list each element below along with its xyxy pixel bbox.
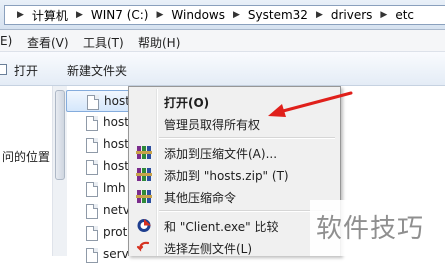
breadcrumb-system32[interactable]: System32 (246, 8, 310, 22)
breadcrumb-drive[interactable]: WIN7 (C:) (89, 8, 151, 22)
breadcrumb-separator[interactable]: ▶ (310, 10, 329, 20)
scrollbar-thumb[interactable] (55, 90, 65, 180)
file-item[interactable]: host (66, 112, 136, 134)
address-bar: ▶ 计算机 ▶ WIN7 (C:) ▶ Windows ▶ System32 ▶… (0, 0, 445, 30)
menu-item-select-left-file[interactable]: 选择左侧文件(L) (131, 236, 338, 258)
file-icon (86, 160, 98, 175)
breadcrumb-separator: ▶ (17, 10, 24, 20)
menu-item-label: 和 "Client.exe" 比较 (164, 220, 279, 234)
breadcrumb[interactable]: ▶ 计算机 ▶ WIN7 (C:) ▶ Windows ▶ System32 ▶… (4, 5, 445, 25)
winrar-books-icon (136, 146, 152, 159)
breadcrumb-separator[interactable]: ▶ (374, 10, 393, 20)
file-name: host (103, 115, 129, 129)
file-list: host host host host lmh netv prot serv (66, 86, 136, 263)
watermark-text: 软件技巧 (316, 214, 425, 244)
menu-item-label: 其他压缩命令 (164, 191, 237, 205)
open-button[interactable]: 打开 (14, 62, 38, 79)
menu-tools[interactable]: 工具(T) (83, 34, 124, 51)
breadcrumb-windows[interactable]: Windows (169, 8, 227, 22)
navigation-pane: 问的位置 (0, 86, 53, 256)
breadcrumb-etc[interactable]: etc (393, 8, 416, 22)
watermark: 软件技巧 (310, 200, 445, 256)
breadcrumb-computer[interactable]: 计算机 (30, 7, 70, 24)
breadcrumb-separator[interactable]: ▶ (150, 10, 169, 20)
menu-item-add-to-archive[interactable]: 添加到压缩文件(A)... (131, 141, 338, 163)
menu-item-add-to-hosts-zip[interactable]: 添加到 "hosts.zip" (T) (131, 163, 338, 185)
file-item[interactable]: netv (66, 200, 136, 222)
select-left-icon (136, 241, 150, 252)
winrar-books-icon (136, 168, 152, 181)
menu-separator (159, 137, 335, 139)
menu-item-label: 添加到压缩文件(A)... (164, 147, 278, 161)
file-name: host (104, 94, 130, 108)
file-item[interactable]: host (66, 134, 136, 156)
file-name: netv (103, 203, 130, 217)
menu-item-label: 选择左侧文件(L) (164, 242, 253, 256)
file-item[interactable]: prot (66, 222, 136, 244)
menu-edit[interactable]: E) (0, 34, 12, 48)
file-icon (86, 116, 98, 131)
file-icon (87, 95, 99, 110)
file-name: prot (103, 225, 128, 239)
winrar-books-icon (136, 190, 152, 203)
file-item[interactable]: host (66, 156, 136, 178)
menu-item-take-ownership[interactable]: 管理员取得所有权 (131, 112, 338, 134)
file-icon (86, 138, 98, 153)
file-item-hosts[interactable]: host (66, 90, 136, 112)
menu-bar: E) 查看(V) 工具(T) 帮助(H) (0, 30, 445, 52)
menu-item-other-compress[interactable]: 其他压缩命令 (131, 185, 338, 207)
compare-icon (137, 219, 151, 232)
menu-item-label: 添加到 "hosts.zip" (T) (164, 169, 289, 183)
nav-item-recent-places[interactable]: 问的位置 (2, 148, 50, 165)
new-folder-button[interactable]: 新建文件夹 (67, 62, 127, 79)
open-icon (0, 64, 7, 75)
menu-item-label: 打开(O) (164, 96, 210, 110)
file-icon (86, 226, 98, 241)
menu-view[interactable]: 查看(V) (27, 34, 69, 51)
command-toolbar: 打开 新建文件夹 (0, 52, 445, 86)
file-item[interactable]: lmh (66, 178, 136, 200)
file-name: host (103, 137, 129, 151)
menu-item-label: 管理员取得所有权 (164, 118, 261, 132)
file-name: serv (103, 247, 129, 261)
menu-item-compare-with-client[interactable]: 和 "Client.exe" 比较 (131, 214, 338, 236)
breadcrumb-drivers[interactable]: drivers (329, 8, 375, 22)
nav-scrollbar[interactable] (52, 86, 67, 256)
file-name: lmh (103, 181, 126, 195)
file-icon (86, 204, 98, 219)
file-name: host (103, 159, 129, 173)
breadcrumb-separator[interactable]: ▶ (70, 10, 89, 20)
menu-help[interactable]: 帮助(H) (138, 34, 180, 51)
file-icon (86, 182, 98, 197)
menu-separator (159, 210, 335, 212)
file-item[interactable]: serv (66, 244, 136, 266)
menu-item-open[interactable]: 打开(O) (131, 90, 338, 112)
breadcrumb-separator[interactable]: ▶ (227, 10, 246, 20)
